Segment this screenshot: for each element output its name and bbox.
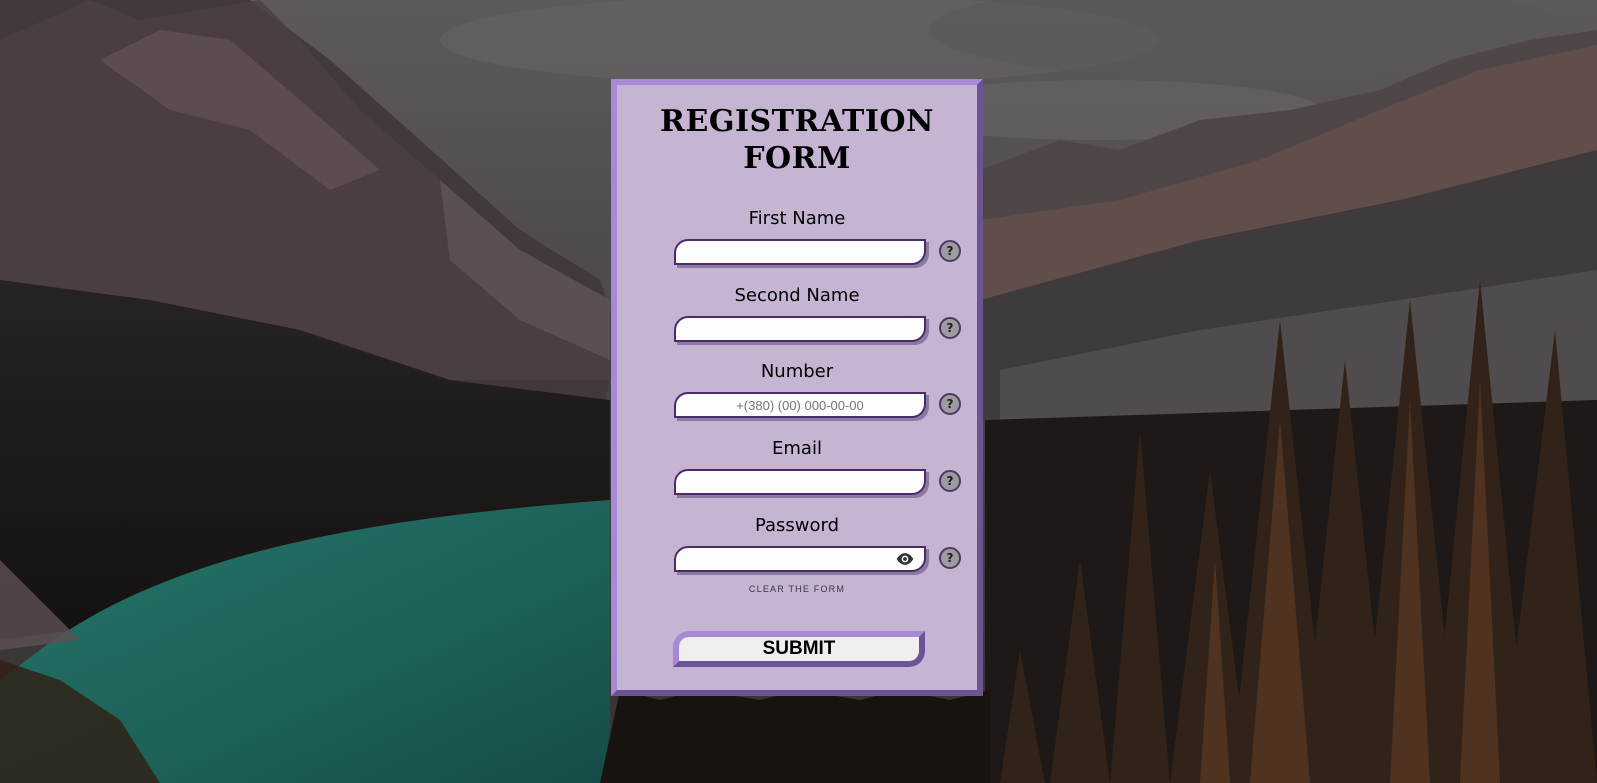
form-title: REGISTRATION FORM bbox=[660, 104, 934, 176]
registration-form: REGISTRATION FORM First Name ? Second Na… bbox=[611, 79, 983, 696]
number-input[interactable] bbox=[674, 392, 926, 418]
number-label: Number bbox=[760, 361, 834, 382]
number-help-icon[interactable]: ? bbox=[939, 393, 961, 415]
second-name-input[interactable] bbox=[674, 316, 926, 342]
second-name-label: Second Name bbox=[734, 285, 860, 306]
first-name-input[interactable] bbox=[674, 239, 926, 265]
field-number: Number ? bbox=[617, 361, 977, 431]
eye-icon[interactable] bbox=[895, 551, 915, 567]
field-email: Email ? bbox=[617, 438, 977, 508]
first-name-help-icon[interactable]: ? bbox=[939, 240, 961, 262]
email-help-icon[interactable]: ? bbox=[939, 470, 961, 492]
password-help-icon[interactable]: ? bbox=[939, 547, 961, 569]
password-label: Password bbox=[754, 515, 840, 536]
field-password: Password ? bbox=[617, 515, 977, 585]
field-second-name: Second Name ? bbox=[617, 285, 977, 355]
field-first-name: First Name ? bbox=[617, 208, 977, 278]
email-label: Email bbox=[772, 438, 822, 459]
second-name-help-icon[interactable]: ? bbox=[939, 317, 961, 339]
first-name-label: First Name bbox=[748, 208, 846, 229]
password-input[interactable] bbox=[674, 546, 926, 572]
email-input[interactable] bbox=[674, 469, 926, 495]
submit-button[interactable]: SUBMIT bbox=[673, 631, 925, 667]
clear-form-link[interactable]: CLEAR THE FORM bbox=[617, 584, 977, 594]
